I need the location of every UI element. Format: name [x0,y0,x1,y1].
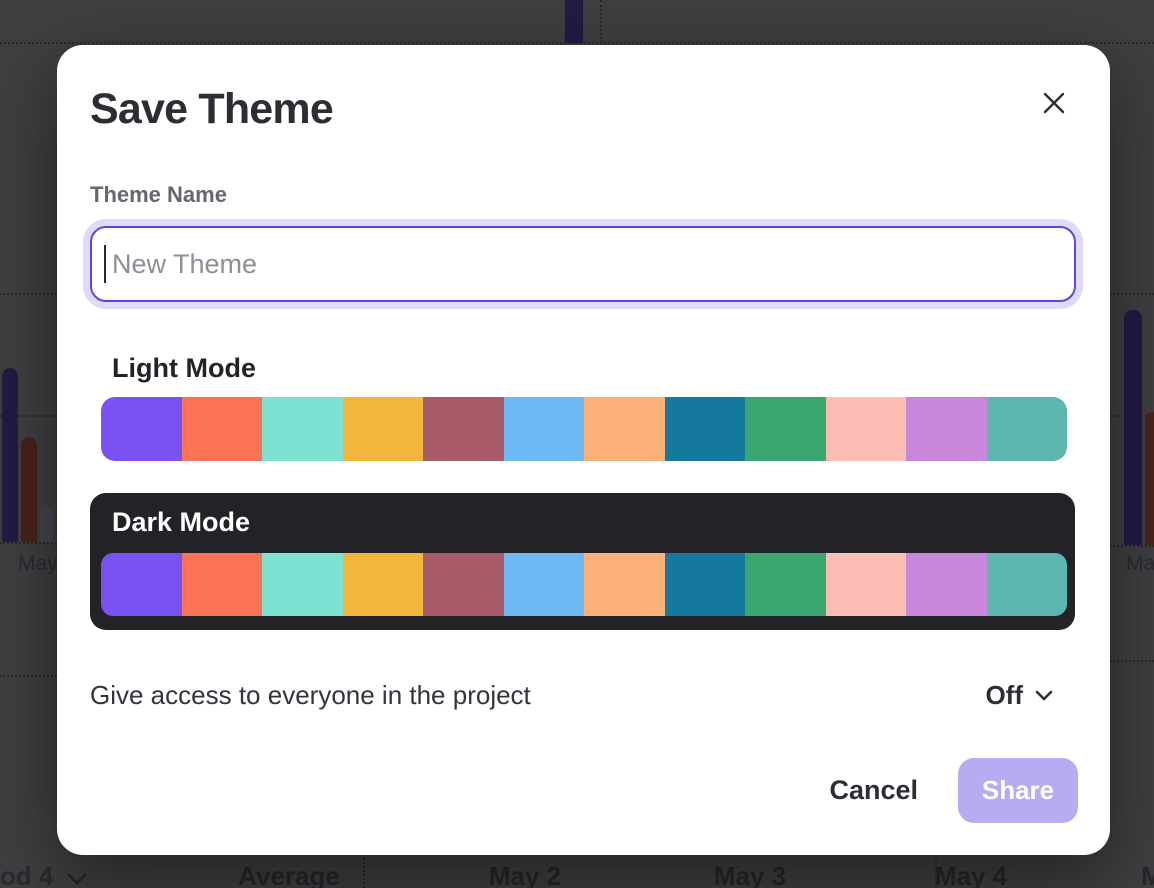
palette-swatch [423,553,504,616]
palette-swatch [987,397,1068,461]
palette-swatch [423,397,504,461]
theme-name-input-wrap [90,226,1076,302]
background-axis-label: Average [238,861,340,888]
palette-swatch [826,553,907,616]
dark-mode-palette [101,553,1067,616]
palette-swatch [584,553,665,616]
background-period-selector: od 4 [0,861,87,888]
background-axis-label-right: Ma [1126,552,1154,576]
palette-swatch [987,553,1068,616]
background-axis-label: May 3 [714,861,786,888]
background-gridline [600,0,602,43]
background-axis-line [1110,545,1154,547]
background-gridline [1110,660,1154,662]
palette-swatch [584,397,665,461]
palette-swatch [343,397,424,461]
access-dropdown[interactable]: Off [985,676,1053,715]
background-bar [1124,310,1142,545]
background-axis-label: May 2 [489,861,561,888]
background-axis-line [0,542,57,544]
close-button[interactable] [1038,87,1070,119]
light-mode-label: Light Mode [112,353,256,384]
palette-swatch [262,397,343,461]
light-mode-palette [101,397,1067,461]
background-axis-label: M [1141,861,1154,888]
share-button[interactable]: Share [958,758,1078,823]
background-bar [21,437,37,542]
palette-swatch [906,397,987,461]
background-gridline [0,293,57,295]
palette-swatch [826,397,907,461]
dialog-title: Save Theme [90,85,333,133]
text-caret [104,245,106,283]
palette-swatch [906,553,987,616]
palette-swatch [665,553,746,616]
screen: May Ma od 4 Average May 2 May 3 May 4 M Save… [0,0,1154,888]
palette-swatch [101,553,182,616]
palette-swatch [745,553,826,616]
access-value: Off [985,680,1023,711]
background-period-label: od 4 [0,861,53,888]
access-label: Give access to everyone in the project [90,680,531,711]
close-icon [1043,92,1065,114]
theme-name-label: Theme Name [90,182,227,208]
palette-swatch [665,397,746,461]
palette-swatch [262,553,343,616]
palette-swatch [182,553,263,616]
palette-swatch [343,553,424,616]
background-axis-label-left: May [18,552,58,576]
dialog-actions: Cancel Share [829,758,1078,823]
background-bar [2,368,18,542]
palette-swatch [745,397,826,461]
dark-mode-label: Dark Mode [112,507,250,538]
background-axis-label: May 4 [935,861,1007,888]
theme-name-input[interactable] [90,226,1076,302]
palette-swatch [101,397,182,461]
cancel-button[interactable]: Cancel [829,775,918,806]
chevron-down-icon [67,873,87,885]
chevron-down-icon [1035,690,1053,701]
background-gridline [363,853,365,888]
background-gridline [1110,293,1154,295]
dark-mode-card: Dark Mode [90,493,1075,630]
background-bar [1145,412,1154,545]
save-theme-dialog: Save Theme Theme Name Light Mode Dark Mo… [57,45,1110,855]
palette-swatch [504,397,585,461]
background-gridline [0,675,57,677]
background-bar [565,0,583,43]
palette-swatch [504,553,585,616]
background-bar [40,507,53,542]
palette-swatch [182,397,263,461]
